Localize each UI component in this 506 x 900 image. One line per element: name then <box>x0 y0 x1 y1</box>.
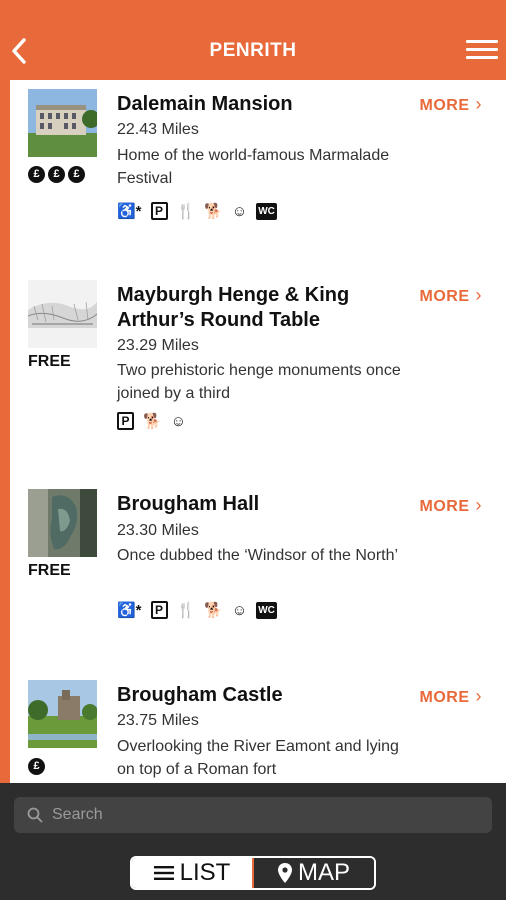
search-icon <box>27 807 43 823</box>
list-icon <box>153 866 174 880</box>
search-bar[interactable] <box>14 797 492 833</box>
pound-coin-icon: £ <box>28 758 45 775</box>
dog-icon: 🐕 <box>204 203 223 220</box>
pound-coin-icon: £ <box>68 166 85 183</box>
distance: 23.75 Miles <box>117 712 199 729</box>
dog-icon: 🐕 <box>204 602 223 619</box>
map-view-label: MAP <box>297 859 350 886</box>
map-pin-icon <box>277 863 292 883</box>
menu-button[interactable] <box>466 40 498 64</box>
thumbnail-image <box>28 89 97 157</box>
attraction-name: Brougham Hall <box>117 493 260 515</box>
pound-coin-icon: £ <box>28 166 45 183</box>
more-button[interactable]: MORE › <box>420 495 483 516</box>
accessibility-icon: ♿* <box>117 602 142 619</box>
pound-coin-icon: £ <box>48 166 65 183</box>
attraction-name: Brougham Castle <box>117 684 283 706</box>
accessibility-icon: ♿* <box>117 203 142 220</box>
parking-icon: P <box>150 202 168 220</box>
attractions-list: £ £ £ Dalemain Mansion 22.43 Miles Home of… <box>10 80 506 783</box>
parking-icon: P <box>150 601 168 619</box>
price-label: FREE <box>28 562 71 579</box>
distance: 23.29 Miles <box>117 337 199 354</box>
dog-icon: 🐕 <box>143 413 162 430</box>
more-button[interactable]: MORE › <box>420 94 483 115</box>
list-view-button[interactable]: LIST <box>132 858 254 888</box>
amenities: ♿* P 🍴 🐕 ☺ WC <box>117 599 277 621</box>
thumbnail-image <box>28 489 97 557</box>
restaurant-icon: 🍴 <box>176 602 196 619</box>
page-title: PENRITH <box>209 40 297 61</box>
parking-icon: P <box>117 412 134 430</box>
attraction-name: Dalemain Mansion <box>117 93 293 115</box>
distance: 23.30 Miles <box>117 522 199 539</box>
price-coins: £ <box>28 756 48 775</box>
chevron-right-icon: › <box>475 285 482 305</box>
attraction-name: Mayburgh Henge & King Arthur’s Round Tab… <box>117 284 350 331</box>
family-friendly-icon: ☺ <box>231 601 248 619</box>
distance: 22.43 Miles <box>117 121 199 138</box>
chevron-right-icon: › <box>475 495 482 515</box>
description: Two prehistoric henge monuments once joi… <box>117 362 401 402</box>
list-view-label: LIST <box>179 859 231 886</box>
family-friendly-icon: ☺ <box>170 412 187 430</box>
thumbnail-image <box>28 680 97 748</box>
toilet-icon: WC <box>256 601 277 619</box>
amenities: P 🐕 ☺ <box>117 410 186 432</box>
chevron-right-icon: › <box>475 686 482 706</box>
hamburger-icon <box>466 40 498 43</box>
bottom-bar: LIST MAP <box>0 783 506 900</box>
toilet-icon: WC <box>256 202 277 220</box>
map-view-button[interactable]: MAP <box>254 858 374 888</box>
search-input[interactable] <box>52 805 472 825</box>
family-friendly-icon: ☺ <box>231 202 248 220</box>
chevron-right-icon: › <box>475 94 482 114</box>
description: Once dubbed the ‘Windsor of the North’ <box>117 547 399 564</box>
more-button[interactable]: MORE › <box>420 686 483 707</box>
view-toggle: LIST MAP <box>130 856 376 890</box>
restaurant-icon: 🍴 <box>176 203 196 220</box>
description: Overlooking the River Eamont and lying o… <box>117 738 399 778</box>
description: Home of the world-famous Marmalade Festi… <box>117 147 390 187</box>
app-header: PENRITH <box>0 0 506 80</box>
amenities: ♿* P 🍴 🐕 ☺ WC <box>117 200 277 222</box>
price-coins: £ £ £ <box>28 164 88 183</box>
thumbnail-image <box>28 280 97 348</box>
price-label: FREE <box>28 353 71 370</box>
more-button[interactable]: MORE › <box>420 285 483 306</box>
